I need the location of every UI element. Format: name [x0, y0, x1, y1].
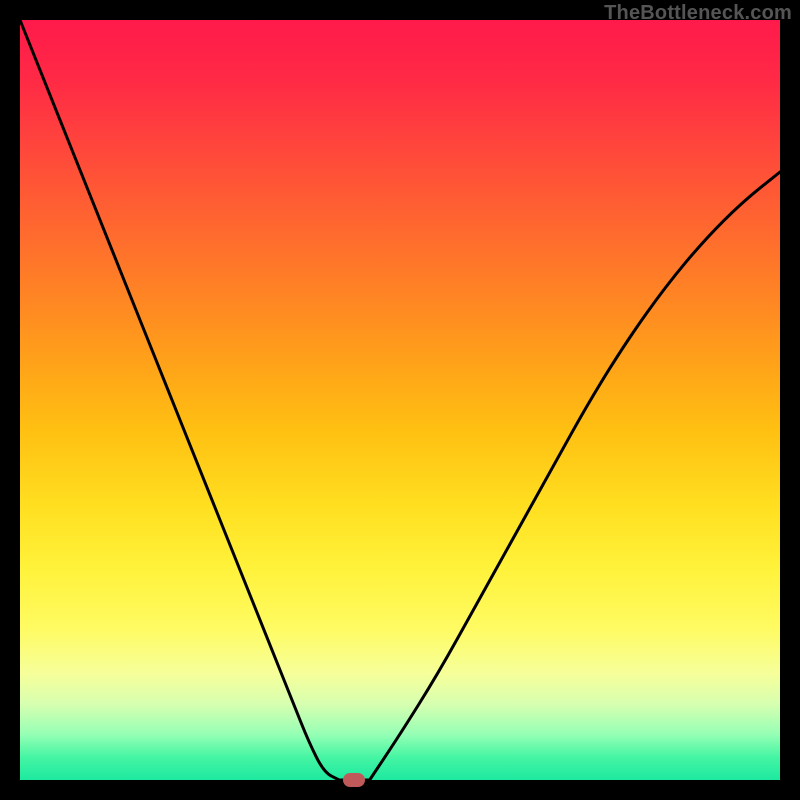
bottleneck-curve	[20, 20, 780, 780]
chart-frame: TheBottleneck.com	[0, 0, 800, 800]
plot-area	[20, 20, 780, 780]
min-point-marker	[343, 773, 365, 787]
